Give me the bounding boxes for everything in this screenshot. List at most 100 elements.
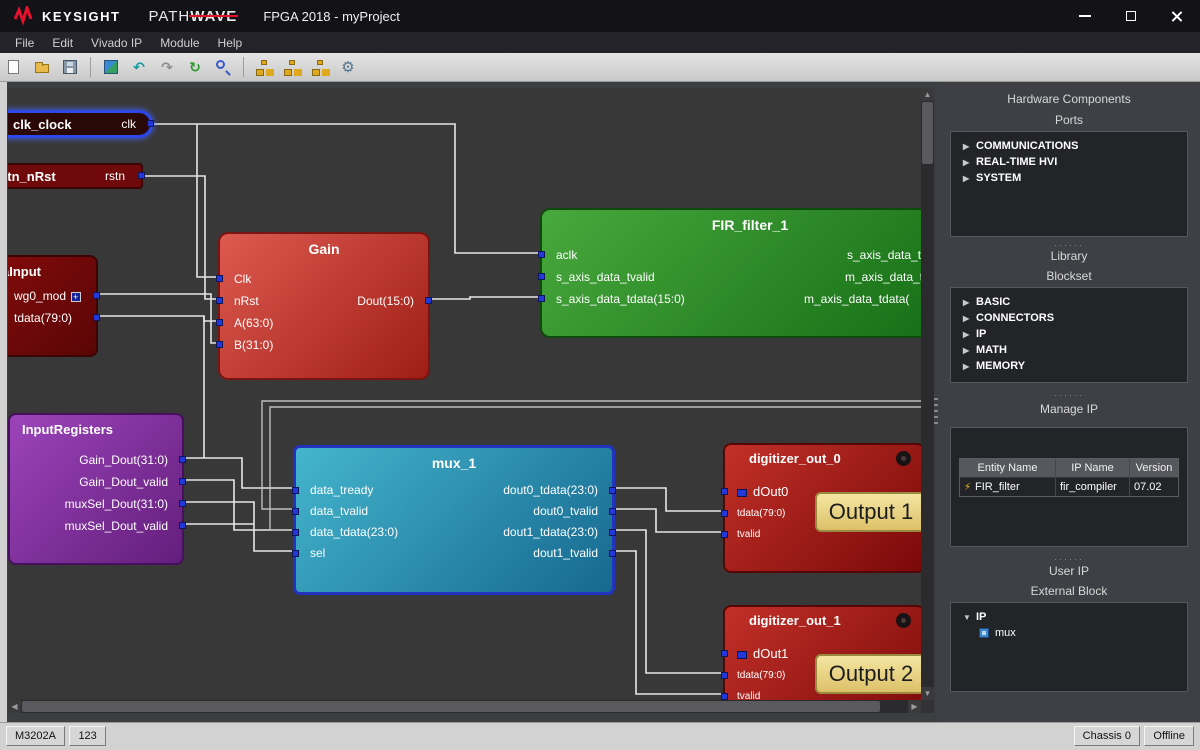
port-connector[interactable] xyxy=(425,297,432,304)
port-label: B(31:0) xyxy=(234,334,273,356)
port-connector[interactable] xyxy=(609,550,616,557)
port-connector[interactable] xyxy=(179,456,186,463)
block-input-registers[interactable]: InputRegisters Gain_Dout(31:0) Gain_Dout… xyxy=(8,413,184,565)
block-clk-clock[interactable]: clk_clock clk xyxy=(8,110,153,138)
vertical-scrollbar[interactable]: ▲ ▼ xyxy=(921,88,934,700)
port-connector[interactable] xyxy=(292,529,299,536)
scroll-right-arrow[interactable]: ▶ xyxy=(908,700,921,713)
tree-item-math[interactable]: MATH xyxy=(951,342,1187,358)
block-rstn-nrst[interactable]: rstn_nRst rstn xyxy=(8,163,143,189)
menu-edit[interactable]: Edit xyxy=(43,34,82,52)
column-version[interactable]: Version xyxy=(1130,459,1178,478)
port-connector[interactable] xyxy=(292,508,299,515)
port-connector[interactable] xyxy=(721,510,728,517)
chevron-right-icon[interactable] xyxy=(963,142,976,151)
block-digitizer-out-0[interactable]: digitizer_out_0 dOut0 tdata(79:0) tvalid… xyxy=(723,443,921,573)
tree-item-basic[interactable]: BASIC xyxy=(951,294,1187,310)
chevron-down-icon[interactable] xyxy=(963,613,976,622)
port-label: s_axis_data_t xyxy=(847,244,921,266)
port-connector[interactable] xyxy=(538,251,545,258)
port-connector[interactable] xyxy=(93,292,100,299)
horizontal-scroll-thumb[interactable] xyxy=(22,701,880,712)
save-icon[interactable] xyxy=(62,59,78,75)
port-connector[interactable] xyxy=(179,522,186,529)
settings-icon[interactable] xyxy=(340,59,356,75)
chevron-right-icon[interactable] xyxy=(963,158,976,167)
minimize-button[interactable] xyxy=(1062,0,1108,32)
port-connector[interactable] xyxy=(721,488,728,495)
chevron-right-icon[interactable] xyxy=(963,346,976,355)
tree-item-ip[interactable]: IP xyxy=(951,326,1187,342)
block-digitizer-out-1[interactable]: digitizer_out_1 dOut1 tdata(79:0) tvalid… xyxy=(723,605,921,700)
maximize-button[interactable] xyxy=(1108,0,1154,32)
new-file-icon[interactable] xyxy=(6,59,22,75)
horizontal-scrollbar[interactable]: ◀ ▶ xyxy=(8,700,921,713)
port-connector[interactable] xyxy=(721,672,728,679)
menu-module[interactable]: Module xyxy=(151,34,208,52)
device-tab-123[interactable]: 123 xyxy=(69,726,105,746)
zoom-icon[interactable] xyxy=(215,59,231,75)
tree-item-ip-root[interactable]: IP xyxy=(951,609,1187,625)
port-connector[interactable] xyxy=(216,319,223,326)
external-block-tree: IP mux xyxy=(950,602,1188,692)
chassis-button[interactable]: Chassis 0 xyxy=(1074,726,1140,746)
schematic-canvas[interactable]: clk_clock clk rstn_nRst rstn aInput wg0_… xyxy=(8,88,921,700)
chevron-right-icon[interactable] xyxy=(963,362,976,371)
redo-icon[interactable] xyxy=(159,59,175,75)
port-row: sel dout1_tvalid xyxy=(296,543,612,564)
build-icon-2[interactable] xyxy=(284,59,300,75)
build-icon-3[interactable] xyxy=(312,59,328,75)
build-icon-1[interactable] xyxy=(256,59,272,75)
scroll-up-arrow[interactable]: ▲ xyxy=(921,88,934,101)
column-entity-name[interactable]: Entity Name xyxy=(960,459,1056,478)
port-connector[interactable] xyxy=(216,297,223,304)
chevron-right-icon[interactable] xyxy=(963,314,976,323)
expand-plus-icon[interactable] xyxy=(71,292,81,302)
port-connector[interactable] xyxy=(179,500,186,507)
open-project-icon[interactable] xyxy=(34,59,50,75)
port-connector[interactable] xyxy=(93,314,100,321)
ip-table-row[interactable]: ⚡FIR_filter fir_compiler 07.02 xyxy=(960,478,1178,496)
port-connector[interactable] xyxy=(216,275,223,282)
chevron-right-icon[interactable] xyxy=(963,298,976,307)
port-connector[interactable] xyxy=(609,487,616,494)
block-diagram-icon[interactable] xyxy=(103,59,119,75)
port-connector[interactable] xyxy=(292,487,299,494)
block-ainput[interactable]: aInput wg0_mod tdata(79:0) xyxy=(8,255,98,357)
offline-status-button[interactable]: Offline xyxy=(1144,726,1194,746)
scroll-left-arrow[interactable]: ◀ xyxy=(8,700,21,713)
scroll-down-arrow[interactable]: ▼ xyxy=(921,687,934,700)
close-button[interactable] xyxy=(1154,0,1200,32)
refresh-icon[interactable] xyxy=(187,59,203,75)
chevron-right-icon[interactable] xyxy=(963,330,976,339)
menu-file[interactable]: File xyxy=(6,34,43,52)
device-tab-m3202a[interactable]: M3202A xyxy=(6,726,65,746)
tree-item-connectors[interactable]: CONNECTORS xyxy=(951,310,1187,326)
port-connector[interactable] xyxy=(538,295,545,302)
block-gain[interactable]: Gain Clk nRst Dout(15:0) A(63:0) xyxy=(218,232,430,380)
column-ip-name[interactable]: IP Name xyxy=(1056,459,1130,478)
port-connector[interactable] xyxy=(609,508,616,515)
port-connector[interactable] xyxy=(179,478,186,485)
tree-item-real-time-hvi[interactable]: REAL-TIME HVI xyxy=(951,154,1187,170)
port-connector[interactable] xyxy=(609,529,616,536)
menu-help[interactable]: Help xyxy=(209,34,252,52)
port-connector[interactable] xyxy=(147,120,154,127)
tree-item-system[interactable]: SYSTEM xyxy=(951,170,1187,186)
port-connector[interactable] xyxy=(292,550,299,557)
chevron-right-icon[interactable] xyxy=(963,174,976,183)
port-connector[interactable] xyxy=(216,341,223,348)
block-mux-1[interactable]: mux_1 data_tready dout0_tdata(23:0) data… xyxy=(293,445,615,595)
vertical-scroll-thumb[interactable] xyxy=(922,102,933,164)
menu-vivado-ip[interactable]: Vivado IP xyxy=(82,34,151,52)
port-connector[interactable] xyxy=(721,693,728,700)
port-connector[interactable] xyxy=(538,273,545,280)
undo-icon[interactable] xyxy=(131,59,147,75)
tree-item-communications[interactable]: COMMUNICATIONS xyxy=(951,138,1187,154)
tree-item-mux[interactable]: mux xyxy=(951,625,1187,641)
port-connector[interactable] xyxy=(138,172,145,179)
port-connector[interactable] xyxy=(721,650,728,657)
block-fir-filter-1[interactable]: FIR_filter_1 aclk s_axis_data_t s_axis_d… xyxy=(540,208,921,338)
port-connector[interactable] xyxy=(721,531,728,538)
tree-item-memory[interactable]: MEMORY xyxy=(951,358,1187,374)
